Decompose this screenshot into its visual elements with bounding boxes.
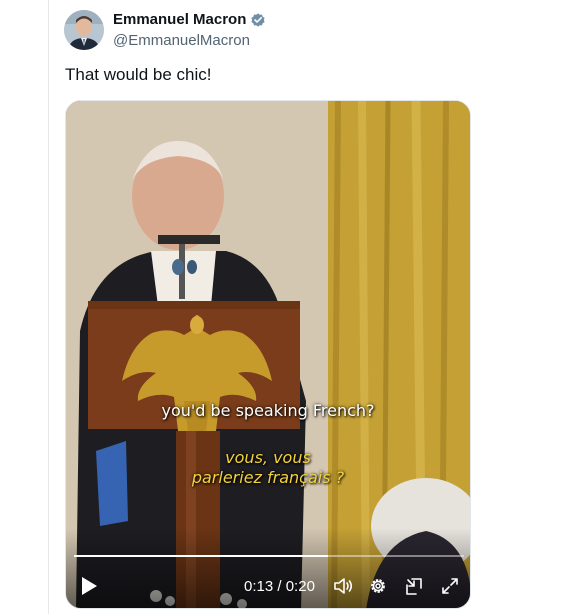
volume-button[interactable] xyxy=(332,575,354,597)
gear-icon xyxy=(371,579,385,593)
play-button[interactable] xyxy=(78,575,100,597)
picture-in-picture-icon xyxy=(406,578,422,595)
subtitle-french-line: parleriez français ? xyxy=(191,468,345,487)
current-time: 0:13 xyxy=(244,578,274,595)
video-time: 0:13 / 0:20 xyxy=(244,578,315,595)
progress-bar[interactable] xyxy=(74,555,464,557)
tweet-text: That would be chic! xyxy=(65,65,212,84)
fullscreen-icon xyxy=(442,578,458,594)
video-player[interactable]: you'd be speaking French? vous, vous par… xyxy=(65,100,471,609)
author-handle[interactable]: @EmmanuelMacron xyxy=(113,32,250,49)
subtitle-french-line: vous, vous xyxy=(225,448,311,467)
volume-icon xyxy=(334,578,353,594)
subtitle-french: vous, vous parleriez français ? xyxy=(66,448,470,488)
subtitle-english: you'd be speaking French? xyxy=(161,401,375,420)
time-separator: / xyxy=(273,578,286,595)
fullscreen-button[interactable] xyxy=(439,575,461,597)
column-divider xyxy=(48,0,49,614)
tweet-card: Emmanuel Macron @EmmanuelMacron That wou… xyxy=(0,0,564,614)
progress-fill xyxy=(74,555,328,557)
avatar-image xyxy=(64,10,104,50)
picture-in-picture-button[interactable] xyxy=(403,575,425,597)
play-icon xyxy=(82,577,97,595)
author-name-row[interactable]: Emmanuel Macron xyxy=(113,11,266,28)
verified-badge-icon xyxy=(250,12,266,28)
duration: 0:20 xyxy=(285,578,315,595)
settings-button[interactable] xyxy=(367,575,389,597)
author-name: Emmanuel Macron xyxy=(113,11,247,28)
avatar[interactable] xyxy=(64,10,104,50)
